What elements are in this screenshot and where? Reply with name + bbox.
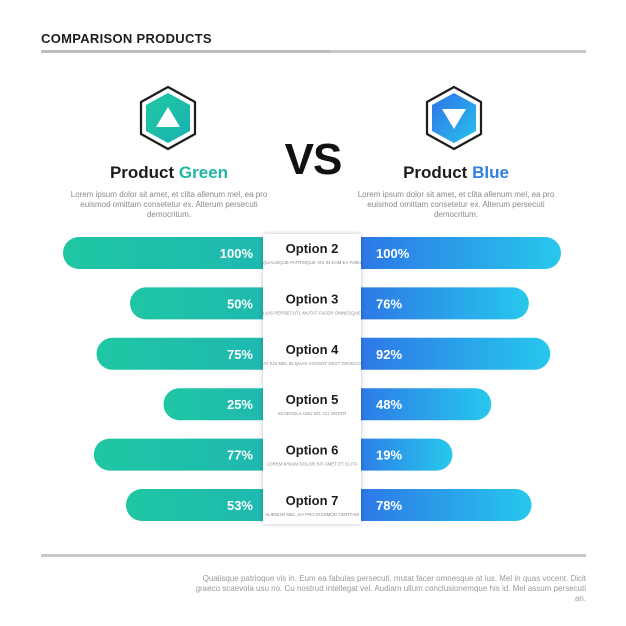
green-value-label: 53% <box>227 498 253 513</box>
option-sublabel: QUALISQUE PATRIOQUE VIS IN EUM EA FABU <box>263 260 362 265</box>
green-value-label: 25% <box>227 397 253 412</box>
green-value-label: 50% <box>227 296 253 311</box>
option-sublabel: SCAEVOLA USU NO. CU NOSTR <box>278 411 348 416</box>
option-label: Option 4 <box>286 342 339 357</box>
options-panel <box>263 234 361 524</box>
blue-bar <box>341 489 532 521</box>
green-value-label: 77% <box>227 448 253 463</box>
blue-value-label: 78% <box>376 498 402 513</box>
comparison-chart: 100% 100% 50% 76% 75% 92% 25% 48% 77% 19% 53% 78% Op… <box>63 234 561 524</box>
blue-value-label: 48% <box>376 397 402 412</box>
blue-bar <box>341 337 551 370</box>
option-sublabel: ALIENUM MEL, EA PRO EUISMOD OMITTAM <box>265 512 359 517</box>
blue-bar <box>341 237 561 269</box>
option-sublabel: LOREM IPSUM DOLOR SIT AMET ET CLITA <box>267 462 358 467</box>
green-bar <box>96 337 283 370</box>
footer-text: Qualisque patrioque vis in. Eum ea fabul… <box>195 574 586 603</box>
green-bar <box>130 287 283 320</box>
green-bar <box>93 438 283 471</box>
option-sublabel: LIUS PERSECUTI, MUTAT FACER OMNESQUE <box>263 310 361 315</box>
blue-value-label: 100% <box>376 246 410 261</box>
option-sublabel: AT IUS MEL IN QUAS VOCENT DICIT GRAECO <box>263 361 361 366</box>
footer-divider <box>41 554 586 557</box>
green-bar <box>125 489 283 521</box>
blue-value-label: 19% <box>376 448 402 463</box>
green-value-label: 100% <box>220 246 254 261</box>
blue-bar <box>341 388 492 421</box>
blue-value-label: 92% <box>376 347 402 362</box>
option-label: Option 2 <box>286 241 339 256</box>
option-label: Option 7 <box>286 493 339 508</box>
option-label: Option 5 <box>286 392 339 407</box>
green-value-label: 75% <box>227 347 253 362</box>
option-label: Option 3 <box>286 291 339 306</box>
blue-value-label: 76% <box>376 296 402 311</box>
blue-bar <box>341 287 529 320</box>
option-label: Option 6 <box>286 443 339 458</box>
